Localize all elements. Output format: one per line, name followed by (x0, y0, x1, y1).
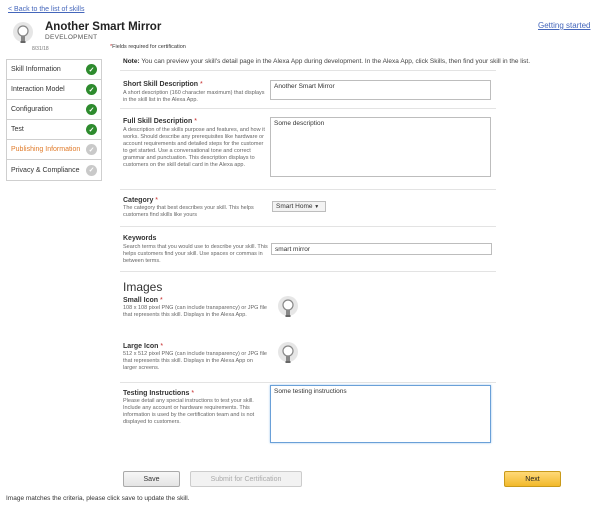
skill-title: Another Smart Mirror (45, 21, 162, 33)
back-to-skills-link[interactable]: < Back to the list of skills (8, 6, 84, 13)
skill-stage: DEVELOPMENT (45, 34, 98, 41)
large-icon-image[interactable] (277, 342, 299, 368)
short-desc-label: Short Skill Description * (123, 81, 203, 88)
sidebar-item-label: Publishing Information (11, 146, 81, 153)
small-icon-help: 108 x 108 pixel PNG (can include transpa… (123, 305, 267, 318)
sidebar-item-label: Configuration (11, 106, 53, 113)
keywords-input[interactable] (271, 243, 492, 255)
sidebar-item-label: Interaction Model (11, 86, 65, 93)
keywords-label: Keywords (123, 235, 157, 242)
sidebar-item-label: Test (11, 126, 24, 133)
preview-note: Note: You can preview your skill's detai… (123, 58, 583, 65)
category-value: Smart Home (276, 203, 313, 210)
skill-date: 8/31/18 (32, 46, 49, 52)
images-section-title: Images (123, 280, 163, 294)
sidebar-item-privacy-compliance[interactable]: Privacy & Compliance ✓ (7, 160, 101, 180)
check-icon: ✓ (86, 104, 97, 115)
sidebar-item-interaction-model[interactable]: Interaction Model ✓ (7, 80, 101, 100)
small-icon-image[interactable] (277, 296, 299, 322)
next-button[interactable]: Next (504, 471, 561, 487)
bulb-icon (278, 296, 298, 317)
category-select[interactable]: Smart Home ▼ (272, 201, 326, 212)
sidebar-item-label: Skill Information (11, 66, 61, 73)
full-desc-help: A description of the skills purpose and … (123, 127, 265, 168)
required-note-text: Fields required for certification (112, 44, 186, 50)
getting-started-link[interactable]: Getting started (538, 21, 590, 30)
check-icon: ✓ (86, 124, 97, 135)
keywords-help: Search terms that you would use to descr… (123, 244, 268, 264)
testing-label: Testing Instructions * (123, 390, 195, 397)
skill-bulb-icon (12, 22, 34, 48)
check-icon: ✓ (86, 144, 97, 155)
check-icon: ✓ (86, 164, 97, 176)
submit-for-certification-button[interactable]: Submit for Certification (190, 471, 302, 487)
required-note: *Fields required for certification (110, 44, 186, 50)
large-icon-help: 512 x 512 pixel PNG (can include transpa… (123, 351, 267, 371)
chevron-down-icon: ▼ (314, 203, 320, 210)
sidebar-nav: Skill Information ✓ Interaction Model ✓ … (6, 59, 102, 181)
note-text: You can preview your skill's detail page… (141, 58, 531, 65)
bulb-icon (278, 342, 298, 363)
divider (120, 382, 496, 383)
sidebar-item-label: Privacy & Compliance (11, 166, 80, 174)
testing-instructions-field[interactable]: Some testing instructions (270, 385, 491, 443)
full-description-field[interactable]: Some description (270, 117, 491, 177)
short-description-field[interactable]: Another Smart Mirror (270, 80, 491, 100)
testing-help: Please detail any special instructions t… (123, 398, 255, 425)
status-message: Image matches the criteria, please click… (6, 495, 190, 502)
divider (120, 226, 496, 227)
small-icon-label: Small Icon * (123, 297, 163, 304)
sidebar-item-skill-information[interactable]: Skill Information ✓ (7, 60, 101, 80)
sidebar-item-test[interactable]: Test ✓ (7, 120, 101, 140)
category-label: Category * (123, 197, 159, 204)
sidebar-item-publishing-information[interactable]: Publishing Information ✓ (7, 140, 101, 160)
sidebar-item-configuration[interactable]: Configuration ✓ (7, 100, 101, 120)
category-help: The category that best describes your sk… (123, 205, 254, 218)
short-desc-help: A short description (160 character maxim… (123, 90, 265, 103)
divider (120, 189, 496, 190)
check-icon: ✓ (86, 84, 97, 95)
note-prefix: Note: (123, 58, 140, 65)
divider (120, 271, 496, 272)
save-button[interactable]: Save (123, 471, 180, 487)
large-icon-label: Large Icon * (123, 343, 164, 350)
check-icon: ✓ (86, 64, 97, 75)
divider (120, 108, 496, 109)
full-desc-label: Full Skill Description * (123, 118, 197, 125)
divider (120, 70, 496, 71)
